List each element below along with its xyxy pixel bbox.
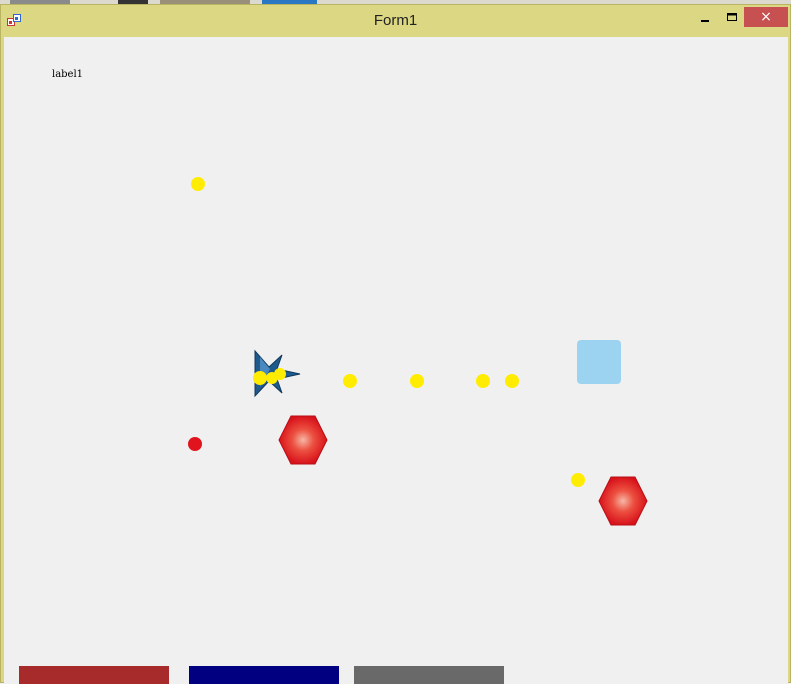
yellow-bullet <box>191 177 205 191</box>
yellow-bullet <box>253 371 267 385</box>
yellow-bullet <box>274 368 286 380</box>
light-blue-square-icon <box>577 340 621 384</box>
yellow-bullet <box>410 374 424 388</box>
yellow-bullet <box>343 374 357 388</box>
yellow-bullet <box>571 473 585 487</box>
maximize-icon <box>727 13 737 21</box>
player-ship <box>253 349 301 398</box>
close-icon: × <box>760 9 772 25</box>
red-enemy-bullet <box>188 437 202 451</box>
red-hexagon-icon <box>598 476 648 526</box>
bottom-button-navy[interactable] <box>189 666 339 684</box>
yellow-bullet <box>476 374 490 388</box>
title-bar[interactable]: Form1 × <box>1 5 790 37</box>
bottom-button-red[interactable] <box>19 666 169 684</box>
yellow-bullet <box>505 374 519 388</box>
form-window: Form1 × label1 <box>0 4 791 684</box>
bottom-button-gray[interactable] <box>354 666 504 684</box>
close-button[interactable]: × <box>744 7 788 27</box>
game-canvas[interactable] <box>4 37 788 677</box>
window-title: Form1 <box>373 12 418 29</box>
maximize-button[interactable] <box>719 7 745 27</box>
red-hexagon-icon <box>278 415 328 465</box>
minimize-button[interactable] <box>692 7 718 27</box>
minimize-icon <box>701 20 709 22</box>
form-client-area: label1 <box>4 37 788 684</box>
